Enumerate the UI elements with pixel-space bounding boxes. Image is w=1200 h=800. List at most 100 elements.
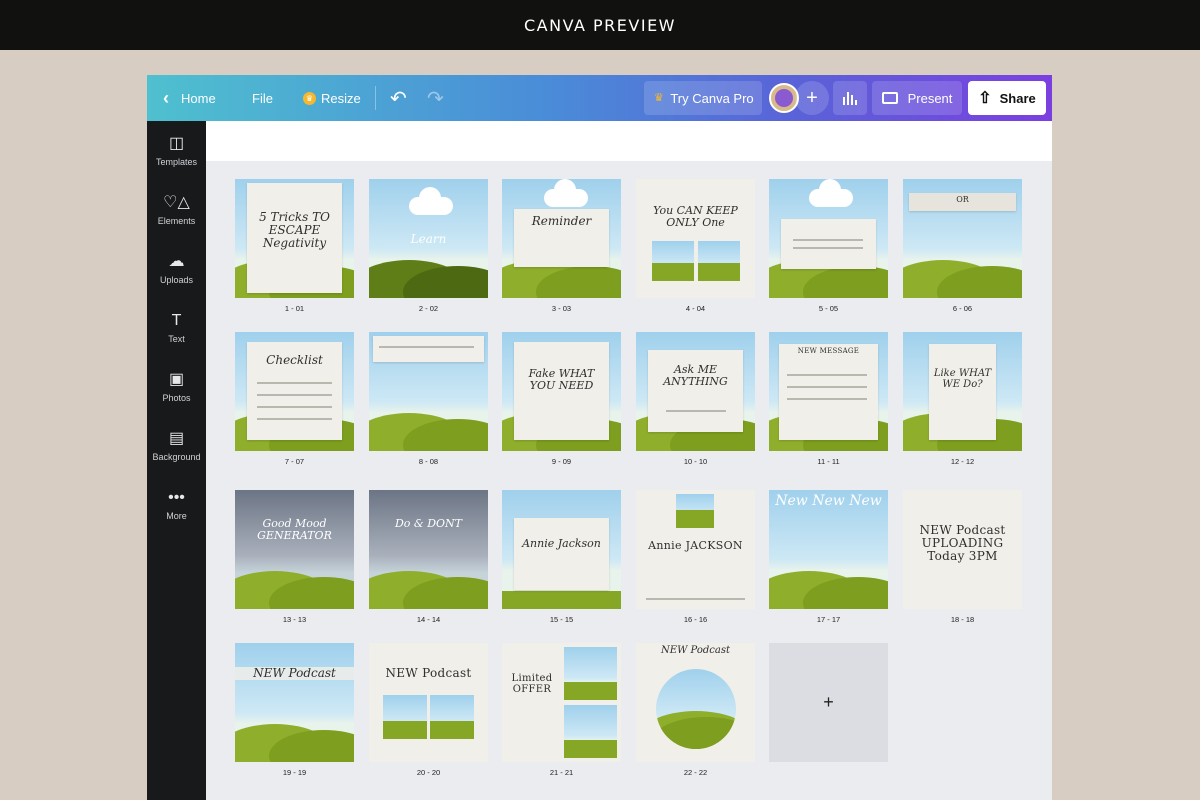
page-heading: Learn [410, 232, 447, 246]
page-thumbnail[interactable]: 5 Tricks TO ESCAPE Negativity [235, 179, 354, 298]
sidebar-item-text[interactable]: T Text [147, 310, 206, 360]
cloud-graphic [409, 187, 453, 215]
sidebar-item-photos[interactable]: ▣ Photos [147, 369, 206, 419]
text-card: Fake WHAT YOU NEED [514, 342, 609, 440]
toolbar-divider [375, 86, 376, 110]
page-thumbnail[interactable]: Good Mood GENERATOR [235, 490, 354, 609]
page-thumbnail[interactable]: NEW Podcast UPLOADING Today 3PM [903, 490, 1022, 609]
more-icon: ••• [168, 489, 185, 506]
preview-banner: CANVA PREVIEW [0, 0, 1200, 50]
sidebar-item-label: Photos [162, 393, 191, 403]
add-page-button[interactable]: + [769, 643, 888, 762]
background-icon: ▤ [168, 430, 185, 447]
plus-icon: + [823, 692, 834, 712]
page-thumbnail[interactable]: Learn [369, 179, 488, 298]
page-thumbnail[interactable]: Fake WHAT YOU NEED [502, 332, 621, 451]
crown-icon: ♛ [653, 91, 664, 104]
page-label: 9 - 09 [551, 457, 572, 466]
sidebar-item-label: Templates [155, 157, 198, 167]
ground-graphic [652, 263, 694, 281]
page-label: 10 - 10 [683, 457, 708, 466]
page-heading: Like WHAT WE Do? [933, 368, 992, 390]
page-heading: NEW Podcast [385, 666, 472, 680]
page-thumbnail[interactable]: You CAN KEEP ONLY One [636, 179, 755, 298]
page-heading: Fake WHAT YOU NEED [528, 367, 595, 393]
sidebar-item-label: More [166, 511, 187, 521]
text-line [257, 406, 332, 408]
try-canva-pro-button[interactable]: ♛ Try Canva Pro [644, 81, 762, 115]
text-card: NEW MESSAGE [779, 344, 878, 440]
sidebar-item-more[interactable]: ••• More [147, 487, 206, 537]
page-label: 12 - 12 [950, 457, 975, 466]
text-card [781, 219, 876, 269]
sidebar-item-background[interactable]: ▤ Background [147, 428, 206, 478]
page-thumbnail[interactable]: NEW Podcast [235, 643, 354, 762]
undo-icon[interactable]: ↶ [390, 75, 407, 121]
page-label: 14 - 14 [416, 615, 441, 624]
page-thumbnail[interactable] [369, 332, 488, 451]
text-line [646, 598, 745, 600]
page-thumbnail[interactable]: Like WHAT WE Do? [903, 332, 1022, 451]
page-thumbnail[interactable]: NEW Podcast [369, 643, 488, 762]
sidebar-item-uploads[interactable]: ☁ Uploads [147, 251, 206, 301]
elements-icon: ♡△ [163, 194, 190, 211]
photo-frame [430, 695, 474, 739]
page-thumbnail[interactable]: NEW MESSAGE [769, 332, 888, 451]
add-collaborator-button[interactable]: + [795, 81, 829, 115]
page-label: 4 - 04 [685, 304, 706, 313]
page-thumbnail[interactable]: New New New [769, 490, 888, 609]
resize-label: Resize [321, 90, 361, 106]
canva-editor: ‹ Home File ♛ Resize ↶ ↷ ♛ Try Canva Pro… [147, 75, 1052, 800]
present-button[interactable]: Present [872, 81, 962, 115]
photo-frame [564, 705, 617, 758]
redo-icon[interactable]: ↷ [427, 75, 444, 121]
photo-frame [698, 241, 740, 281]
page-heading: New New New [775, 493, 882, 509]
share-label: Share [999, 90, 1036, 106]
page-header-strip [206, 121, 1052, 161]
text-card: OR [909, 193, 1016, 211]
sidebar-item-elements[interactable]: ♡△ Elements [147, 192, 206, 242]
page-thumbnail[interactable]: Reminder [502, 179, 621, 298]
sidebar-item-label: Uploads [159, 275, 194, 285]
cloud-graphic [544, 179, 588, 207]
page-heading: NEW Podcast [661, 645, 730, 656]
share-button[interactable]: ⇧ Share [968, 81, 1046, 115]
text-line [666, 410, 726, 412]
sidebar-item-label: Elements [157, 216, 196, 226]
resize-button[interactable]: ♛ Resize [303, 75, 361, 121]
plus-icon: + [806, 86, 818, 109]
side-panel: ◫ Templates ♡△ Elements ☁ Uploads T Text… [147, 121, 206, 800]
bar-chart-icon [843, 97, 845, 105]
page-heading: NEW Podcast [235, 666, 354, 681]
bar-chart-icon [847, 92, 849, 105]
page-label: 8 - 08 [418, 457, 439, 466]
page-label: 1 - 01 [284, 304, 305, 313]
home-button[interactable]: ‹ Home [163, 75, 216, 121]
page-thumbnail[interactable]: NEW Podcast [636, 643, 755, 762]
page-thumbnail[interactable]: Annie Jackson [502, 490, 621, 609]
page-thumbnail[interactable]: Annie JACKSON [636, 490, 755, 609]
file-label: File [252, 90, 273, 106]
text-line [787, 386, 867, 388]
photo-frame [383, 695, 427, 739]
page-heading: Annie Jackson [522, 537, 601, 550]
ground-graphic [698, 263, 740, 281]
file-menu-button[interactable]: File [252, 75, 273, 121]
text-line [379, 346, 474, 348]
try-pro-label: Try Canva Pro [670, 90, 754, 106]
photo-frame [652, 241, 694, 281]
sidebar-item-templates[interactable]: ◫ Templates [147, 133, 206, 183]
ground-graphic [676, 510, 714, 528]
page-label: 19 - 19 [282, 768, 307, 777]
page-thumbnail[interactable]: OR [903, 179, 1022, 298]
page-thumbnail[interactable]: Limited OFFER [502, 643, 621, 762]
text-card: 5 Tricks TO ESCAPE Negativity [247, 183, 342, 293]
page-thumbnail[interactable]: Do & DONT [369, 490, 488, 609]
insights-button[interactable] [833, 81, 867, 115]
page-label: 21 - 21 [549, 768, 574, 777]
page-thumbnail[interactable]: Checklist [235, 332, 354, 451]
uploads-icon: ☁ [168, 253, 185, 270]
page-thumbnail[interactable]: Ask ME ANYTHING [636, 332, 755, 451]
page-thumbnail[interactable] [769, 179, 888, 298]
